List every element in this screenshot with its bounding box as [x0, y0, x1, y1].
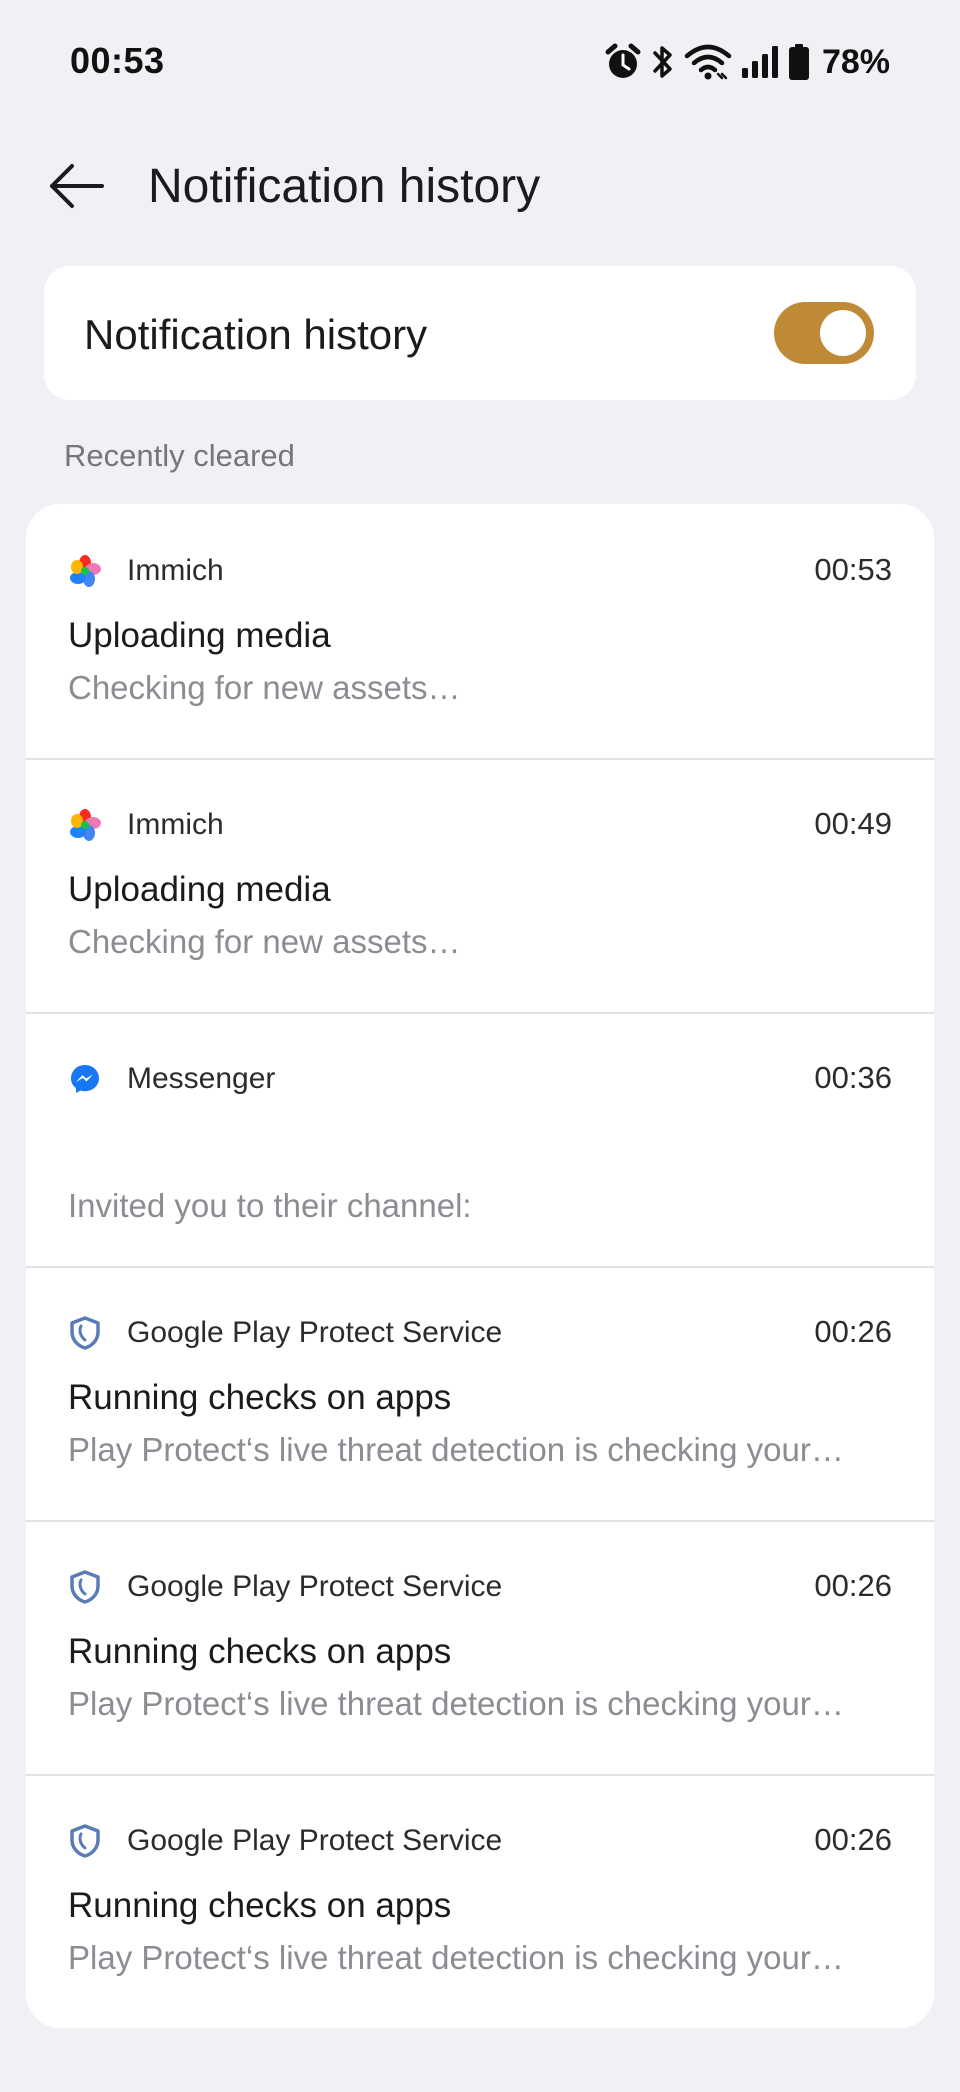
- entry-time: 00:36: [814, 1060, 892, 1095]
- switch-knob: [820, 310, 866, 356]
- section-header-recently-cleared: Recently cleared: [64, 438, 295, 473]
- entry-text: Checking for new assets…: [68, 669, 461, 706]
- notification-entry[interactable]: Google Play Protect Service 00:26 Runnin…: [26, 1774, 934, 2028]
- entry-time: 00:26: [814, 1568, 892, 1603]
- entry-title: Running checks on apps: [68, 1886, 452, 1925]
- status-icons: 78%: [604, 40, 890, 84]
- cellular-signal-icon: [740, 42, 780, 82]
- status-bar: 00:53 78%: [0, 0, 960, 124]
- entry-title: Running checks on apps: [68, 1632, 452, 1671]
- messenger-icon: [68, 1062, 102, 1096]
- immich-pinwheel-icon: [68, 808, 102, 842]
- play-protect-shield-icon: [68, 1316, 102, 1350]
- entry-time: 00:26: [814, 1822, 892, 1857]
- notification-entry[interactable]: Immich 00:53 Uploading media Checking fo…: [26, 504, 934, 758]
- notification-history-toggle-row[interactable]: Notification history: [44, 266, 916, 400]
- notification-entry[interactable]: Google Play Protect Service 00:26 Runnin…: [26, 1520, 934, 1774]
- battery-percentage: 78%: [821, 42, 890, 81]
- entry-time: 00:53: [814, 552, 892, 587]
- bluetooth-icon: [650, 42, 676, 82]
- entry-text: Invited you to their channel:: [68, 1187, 472, 1224]
- wifi-icon: [684, 42, 732, 82]
- entry-text: Play Protect‘s live threat detection is …: [68, 1939, 844, 1976]
- notification-entry[interactable]: Immich 00:49 Uploading media Checking fo…: [26, 758, 934, 1012]
- play-protect-shield-icon: [68, 1570, 102, 1604]
- battery-icon: [788, 42, 810, 82]
- notification-history-switch[interactable]: [774, 302, 874, 364]
- app-name: Google Play Protect Service: [127, 1316, 503, 1349]
- status-time: 00:53: [70, 40, 165, 81]
- app-name: Google Play Protect Service: [127, 1824, 503, 1857]
- entry-text: Play Protect‘s live threat detection is …: [68, 1431, 844, 1468]
- page-title: Notification history: [148, 160, 541, 213]
- immich-pinwheel-icon: [68, 554, 102, 588]
- entry-title: Running checks on apps: [68, 1378, 452, 1417]
- notification-entry[interactable]: Google Play Protect Service 00:26 Runnin…: [26, 1266, 934, 1520]
- entry-text: Checking for new assets…: [68, 923, 461, 960]
- entry-title: Uploading media: [68, 616, 331, 655]
- entry-time: 00:26: [814, 1314, 892, 1349]
- app-name: Immich: [127, 554, 224, 587]
- entry-text: Play Protect‘s live threat detection is …: [68, 1685, 844, 1722]
- app-name: Messenger: [127, 1062, 276, 1095]
- entry-title: Uploading media: [68, 870, 331, 909]
- notification-entry[interactable]: Messenger 00:36 Invited you to their cha…: [26, 1012, 934, 1266]
- app-name: Immich: [127, 808, 224, 841]
- notification-history-screen: 00:53 78% Notification history Notificat…: [0, 0, 960, 2092]
- back-arrow-icon[interactable]: [44, 158, 108, 214]
- notification-history-list: Immich 00:53 Uploading media Checking fo…: [26, 504, 934, 2028]
- toggle-label: Notification history: [84, 311, 428, 358]
- alarm-icon: [604, 42, 642, 82]
- app-name: Google Play Protect Service: [127, 1570, 503, 1603]
- entry-time: 00:49: [814, 806, 892, 841]
- play-protect-shield-icon: [68, 1824, 102, 1858]
